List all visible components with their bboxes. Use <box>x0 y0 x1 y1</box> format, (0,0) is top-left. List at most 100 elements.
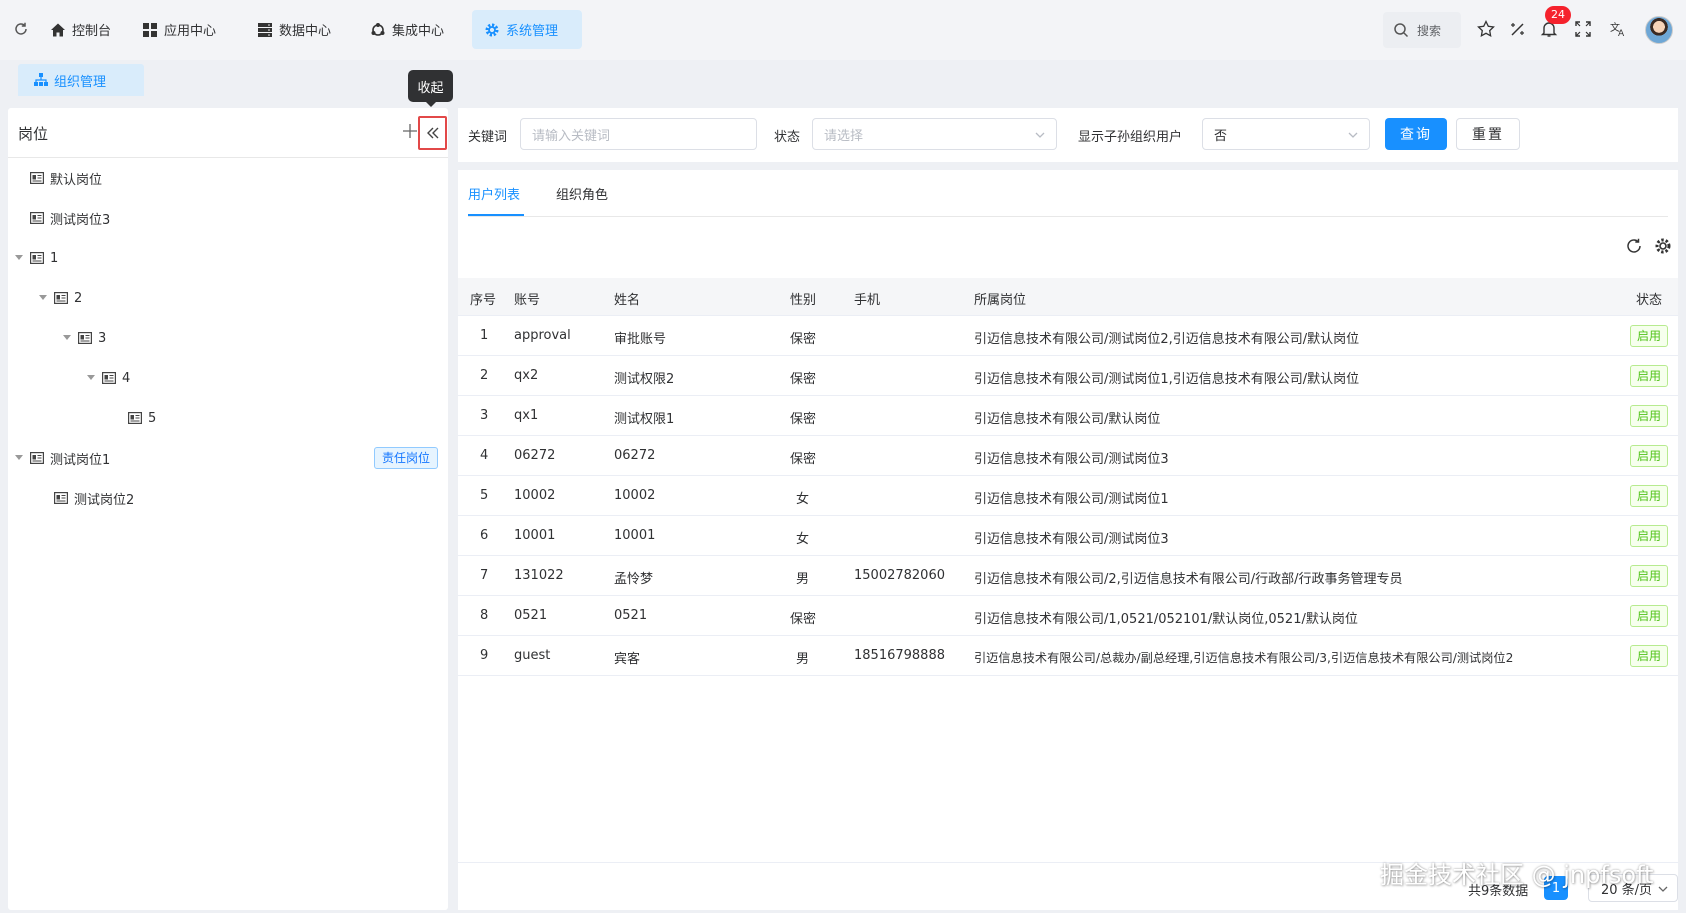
position-tree-panel: 岗位 默认岗位 测试岗位3 1 2 3 4 5 测试岗位1 责任岗位 测试岗位2 <box>8 108 448 910</box>
status-placeholder: 请选择 <box>824 128 864 144</box>
caret-down-icon[interactable] <box>14 453 24 463</box>
cell-gender: 男 <box>796 652 810 667</box>
cell-name: 06272 <box>614 448 656 463</box>
collapse-button[interactable] <box>418 116 447 150</box>
nav-console[interactable]: 控制台 <box>38 10 123 49</box>
theme-icon[interactable] <box>1508 19 1528 39</box>
grid-icon <box>142 22 158 38</box>
star-icon[interactable] <box>1476 19 1496 39</box>
nav-integration-center-label: 集成中心 <box>392 24 445 39</box>
caret-down-icon[interactable] <box>14 253 24 263</box>
cell-position: 引迈信息技术有限公司/测试岗位3 <box>974 532 1169 547</box>
status-select[interactable]: 请选择 <box>812 118 1057 150</box>
reset-button[interactable]: 重置 <box>1456 118 1520 150</box>
panel-title: 岗位 <box>18 125 49 143</box>
cell-index: 2 <box>480 368 489 383</box>
table-row[interactable]: 2 qx2 测试权限2 保密 引迈信息技术有限公司/测试岗位1,引迈信息技术有限… <box>458 356 1678 396</box>
table-row[interactable]: 9 guest 宾客 男 18516798888 引迈信息技术有限公司/总裁办/… <box>458 636 1678 676</box>
tab-org-roles[interactable]: 组织角色 <box>556 184 608 203</box>
cell-index: 8 <box>480 608 489 623</box>
table-header: 序号 账号 姓名 性别 手机 所属岗位 状态 <box>458 278 1678 316</box>
table-row[interactable]: 3 qx1 测试权限1 保密 引迈信息技术有限公司/默认岗位 启用 <box>458 396 1678 436</box>
gear-icon <box>484 22 500 38</box>
cell-name: 审批账号 <box>614 332 667 347</box>
query-button[interactable]: 查询 <box>1385 118 1447 150</box>
tab-user-list[interactable]: 用户列表 <box>468 184 520 203</box>
tree-node-label: 3 <box>98 330 107 346</box>
tree-node[interactable]: 1 <box>14 246 58 270</box>
table-row[interactable]: 4 06272 06272 保密 引迈信息技术有限公司/测试岗位3 启用 <box>458 436 1678 476</box>
tree-node[interactable]: 默认岗位 <box>30 166 102 190</box>
table-row[interactable]: 7 131022 孟怜梦 男 15002782060 引迈信息技术有限公司/2,… <box>458 556 1678 596</box>
refresh-icon[interactable] <box>11 19 31 39</box>
nav-data-center[interactable]: 数据中心 <box>245 10 343 49</box>
cell-index: 7 <box>480 568 489 583</box>
table-row[interactable]: 8 0521 0521 保密 引迈信息技术有限公司/1,0521/052101/… <box>458 596 1678 636</box>
cell-account: qx1 <box>514 408 539 423</box>
add-icon[interactable] <box>401 122 419 140</box>
tree-node[interactable]: 4 <box>86 366 130 390</box>
refresh-table-icon[interactable] <box>1624 236 1644 256</box>
status-badge: 启用 <box>1630 565 1669 587</box>
keyword-label: 关键词 <box>468 130 508 145</box>
notification-badge: 24 <box>1545 6 1571 24</box>
tree-node[interactable]: 测试岗位2 <box>54 486 134 510</box>
col-index: 序号 <box>470 293 497 308</box>
cell-gender: 女 <box>796 532 810 547</box>
double-chevron-left-icon <box>426 126 440 140</box>
cell-name: 10002 <box>614 488 656 503</box>
show-sub-label: 显示子孙组织用户 <box>1078 130 1183 145</box>
status-badge: 启用 <box>1630 605 1669 627</box>
status-badge: 启用 <box>1630 325 1669 347</box>
col-account: 账号 <box>514 293 541 308</box>
tree-node[interactable]: 测试岗位3 <box>30 206 110 230</box>
tree-node[interactable]: 2 <box>38 286 82 310</box>
fullscreen-icon[interactable] <box>1573 19 1593 39</box>
caret-down-icon[interactable] <box>86 373 96 383</box>
tree-node[interactable]: 3 <box>62 326 106 350</box>
user-avatar[interactable] <box>1645 16 1673 44</box>
responsibility-position-tag: 责任岗位 <box>374 447 439 469</box>
search-button[interactable]: 搜索 <box>1383 12 1461 48</box>
cell-position: 引迈信息技术有限公司/2,引迈信息技术有限公司/行政部/行政事务管理专员 <box>974 572 1403 587</box>
table-row[interactable]: 1 approval 审批账号 保密 引迈信息技术有限公司/测试岗位2,引迈信息… <box>458 316 1678 356</box>
table-row[interactable]: 5 10002 10002 女 引迈信息技术有限公司/测试岗位1 启用 <box>458 476 1678 516</box>
column-settings-icon[interactable] <box>1653 236 1673 256</box>
cell-account: 06272 <box>514 448 556 463</box>
keyword-input[interactable]: 请输入关键词 <box>520 118 757 150</box>
cell-position: 引迈信息技术有限公司/测试岗位1,引迈信息技术有限公司/默认岗位 <box>974 372 1360 387</box>
cell-account: 0521 <box>514 608 548 623</box>
cell-index: 5 <box>480 488 489 503</box>
col-status: 状态 <box>1636 293 1663 308</box>
caret-down-icon[interactable] <box>38 293 48 303</box>
tree-node-label: 测试岗位1 <box>50 452 111 468</box>
top-navigation-bar: 控制台 应用中心 数据中心 集成中心 系统管理 搜索 24 文A <box>0 0 1686 60</box>
cell-gender: 女 <box>796 492 810 507</box>
nav-app-center[interactable]: 应用中心 <box>130 10 228 49</box>
language-icon[interactable]: 文A <box>1608 19 1628 39</box>
keyword-placeholder: 请输入关键词 <box>532 128 611 144</box>
collapse-tooltip: 收起 <box>408 70 453 107</box>
cell-index: 6 <box>480 528 489 543</box>
cell-position: 引迈信息技术有限公司/测试岗位3 <box>974 452 1169 467</box>
tree-node-label: 2 <box>74 290 83 306</box>
status-badge: 启用 <box>1630 365 1669 387</box>
tree-node[interactable]: 测试岗位1 <box>14 446 110 470</box>
show-sub-select[interactable]: 否 <box>1202 118 1370 150</box>
position-card-icon <box>54 292 68 304</box>
tab-organization-management[interactable]: 组织管理 <box>18 64 144 96</box>
table-row[interactable]: 6 10001 10001 女 引迈信息技术有限公司/测试岗位3 启用 <box>458 516 1678 556</box>
chevron-down-icon <box>1347 129 1359 141</box>
caret-down-icon[interactable] <box>62 333 72 343</box>
tree-node-label: 4 <box>122 370 131 386</box>
col-name: 姓名 <box>614 293 641 308</box>
tree-node[interactable]: 5 <box>128 406 156 430</box>
col-gender: 性别 <box>790 293 817 308</box>
nav-integration-center[interactable]: 集成中心 <box>358 10 456 49</box>
nav-system-management[interactable]: 系统管理 <box>472 10 582 49</box>
cell-account: guest <box>514 648 551 663</box>
svg-text:A: A <box>1618 29 1625 38</box>
search-icon <box>1393 22 1409 38</box>
chevron-down-icon <box>1034 129 1046 141</box>
cell-name: 测试权限2 <box>614 372 675 387</box>
